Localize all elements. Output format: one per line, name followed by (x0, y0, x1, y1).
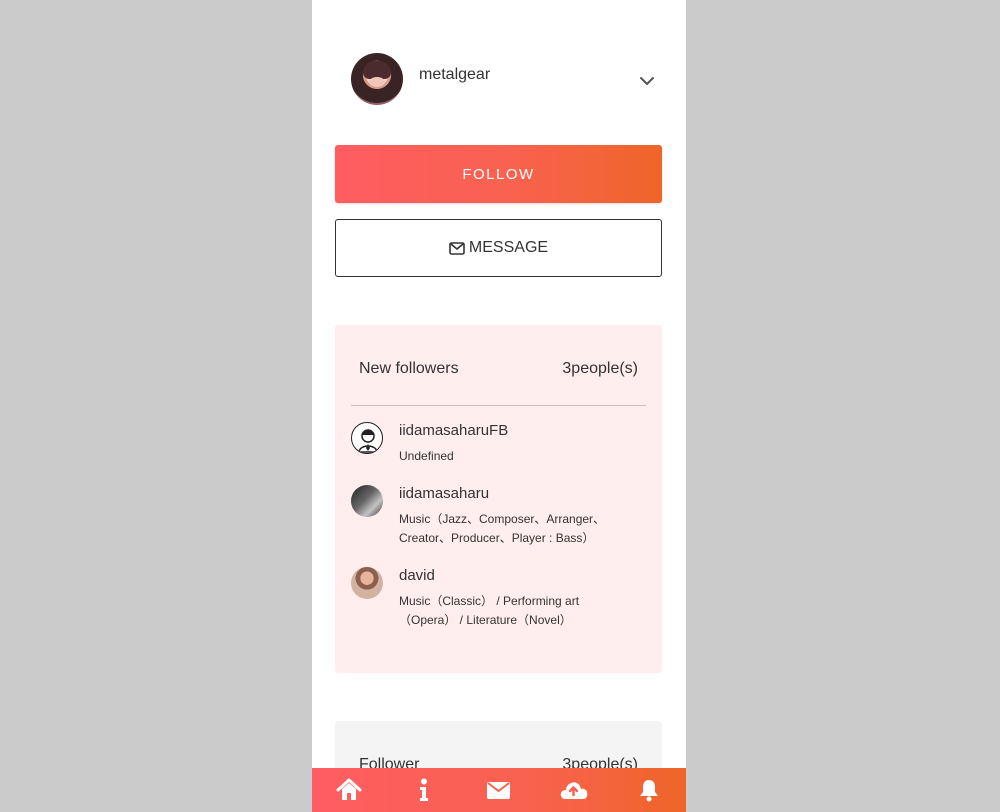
nav-upload[interactable] (554, 770, 594, 810)
divider (351, 405, 646, 406)
bottom-navigation (312, 768, 686, 812)
info-icon (420, 778, 429, 801)
follower-name[interactable]: iidamasaharu (399, 485, 489, 502)
avatar[interactable] (351, 485, 383, 517)
avatar[interactable] (351, 567, 383, 599)
nav-notifications[interactable] (629, 770, 669, 810)
avatar[interactable] (351, 53, 403, 105)
follower-name[interactable]: iidamasaharuFB (399, 422, 508, 439)
nav-info[interactable] (404, 770, 444, 810)
upload-icon (561, 782, 588, 799)
follower-description: Music（Jazz、Composer、Arranger、Creator、Pro… (399, 512, 606, 545)
profile-header: metalgear (351, 53, 662, 105)
home-icon (336, 778, 362, 800)
nav-home[interactable] (329, 770, 369, 810)
bell-icon (639, 780, 658, 802)
mobile-screen: metalgear FOLLOW MESSAGE New followers 3… (312, 0, 686, 812)
new-followers-count: 3people(s) (562, 360, 638, 377)
follower-description: Music（Classic） / Performing art（Opera） /… (399, 594, 580, 627)
follower-description: Undefined (399, 449, 454, 463)
mail-icon (487, 781, 511, 799)
message-button[interactable]: MESSAGE (335, 219, 662, 277)
new-followers-title: New followers (359, 360, 459, 377)
username: metalgear (419, 66, 491, 83)
envelope-icon (449, 241, 465, 255)
message-button-label: MESSAGE (468, 239, 549, 256)
chevron-down-icon[interactable] (639, 73, 655, 89)
avatar[interactable] (351, 422, 383, 454)
follower-name[interactable]: david (399, 567, 435, 584)
person-icon (358, 429, 378, 453)
follow-button[interactable]: FOLLOW (335, 145, 662, 203)
nav-mail[interactable] (479, 770, 519, 810)
new-followers-card: New followers 3people(s) iidamasaharuFB … (335, 325, 662, 673)
